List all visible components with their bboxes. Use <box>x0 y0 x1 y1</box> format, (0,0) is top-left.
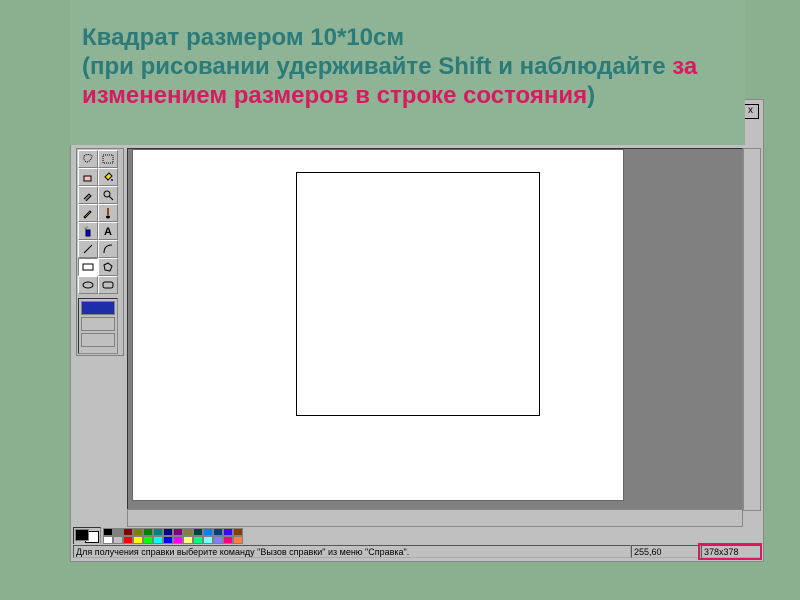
color-swatch[interactable] <box>113 528 123 536</box>
color-swatch[interactable] <box>153 536 163 544</box>
pencil-icon[interactable] <box>78 204 98 222</box>
status-selection-size: 378x378 <box>701 545 761 558</box>
title-line2b: ) <box>587 82 595 109</box>
color-swatch[interactable] <box>143 536 153 544</box>
color-swatch[interactable] <box>223 536 233 544</box>
color-swatch[interactable] <box>213 536 223 544</box>
color-swatch[interactable] <box>173 536 183 544</box>
fill-option-both[interactable] <box>81 317 115 331</box>
toolbox: A <box>76 148 124 356</box>
zoom-icon[interactable] <box>98 186 118 204</box>
curve-icon[interactable] <box>98 240 118 258</box>
color-swatch[interactable] <box>173 528 183 536</box>
color-swatch[interactable] <box>163 528 173 536</box>
rect-icon[interactable] <box>78 258 98 276</box>
color-swatch[interactable] <box>123 536 133 544</box>
palette-grid <box>103 528 243 544</box>
color-swatch[interactable] <box>103 528 113 536</box>
title-card: Квадрат размером 10*10см (при рисовании … <box>70 0 745 145</box>
fill-option-outline[interactable] <box>81 301 115 315</box>
color-swatch[interactable] <box>163 536 173 544</box>
status-help-text: Для получения справки выберите команду "… <box>73 545 631 558</box>
slide: x A <box>0 0 800 600</box>
color-swatch[interactable] <box>103 536 113 544</box>
paint-window: x A <box>70 99 764 562</box>
color-swatch[interactable] <box>133 528 143 536</box>
roundrect-icon[interactable] <box>98 276 118 294</box>
title-line1: Квадрат размером 10*10см <box>82 24 404 51</box>
free-select-icon[interactable] <box>78 150 98 168</box>
color-swatch[interactable] <box>193 536 203 544</box>
color-swatch[interactable] <box>143 528 153 536</box>
workspace[interactable] <box>127 148 743 511</box>
foreground-color-swatch <box>75 529 89 541</box>
color-swatch[interactable] <box>223 528 233 536</box>
color-swatch[interactable] <box>203 528 213 536</box>
rect-select-icon[interactable] <box>98 150 118 168</box>
status-cursor-position: 255,60 <box>631 545 701 558</box>
spray-icon[interactable] <box>78 222 98 240</box>
current-colors[interactable] <box>73 527 101 545</box>
color-swatch[interactable] <box>113 536 123 544</box>
fill-icon[interactable] <box>98 168 118 186</box>
vertical-scrollbar[interactable] <box>743 148 761 511</box>
color-swatch[interactable] <box>203 536 213 544</box>
color-swatch[interactable] <box>123 528 133 536</box>
color-swatch[interactable] <box>183 536 193 544</box>
color-swatch[interactable] <box>233 536 243 544</box>
ellipse-icon[interactable] <box>78 276 98 294</box>
eraser-icon[interactable] <box>78 168 98 186</box>
drawn-square <box>296 172 540 416</box>
title-line2a: (при рисовании удерживайте Shift и наблю… <box>82 53 672 80</box>
color-swatch[interactable] <box>213 528 223 536</box>
fill-option-solid[interactable] <box>81 333 115 347</box>
color-swatch[interactable] <box>133 536 143 544</box>
brush-icon[interactable] <box>98 204 118 222</box>
text-icon[interactable]: A <box>98 222 118 240</box>
left-stripe <box>0 0 18 600</box>
line-icon[interactable] <box>78 240 98 258</box>
color-swatch[interactable] <box>153 528 163 536</box>
polygon-icon[interactable] <box>98 258 118 276</box>
svg-text:A: A <box>104 226 112 237</box>
color-palette <box>73 527 761 544</box>
horizontal-scrollbar[interactable] <box>127 509 743 527</box>
picker-icon[interactable] <box>78 186 98 204</box>
color-swatch[interactable] <box>233 528 243 536</box>
color-swatch[interactable] <box>193 528 203 536</box>
color-swatch[interactable] <box>183 528 193 536</box>
canvas[interactable] <box>132 149 624 501</box>
status-bar: Для получения справки выберите команду "… <box>73 544 761 559</box>
tool-options[interactable] <box>78 298 118 354</box>
